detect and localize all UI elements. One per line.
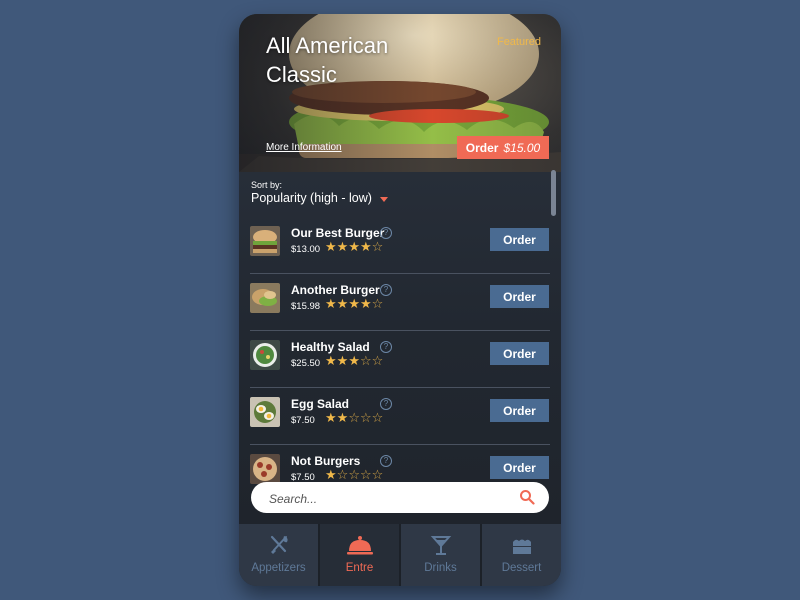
tab-label: Drinks [424,562,457,574]
burger-photo [250,226,280,256]
menu-list: Our Best Burger ? $13.00 ★★★★☆ Order Ano… [250,218,550,502]
tab-drinks[interactable]: Drinks [401,524,482,586]
sort-dropdown[interactable]: Popularity (high - low) [251,191,388,205]
tab-label: Entre [345,562,374,574]
item-name: Healthy Salad [291,340,370,354]
featured-badge: Featured [496,36,541,48]
scrollbar[interactable] [551,170,556,216]
tab-appetizers[interactable]: Appetizers [239,524,320,586]
star-empty-icon: ☆ [359,354,372,369]
list-item: Healthy Salad ? $25.50 ★★★☆☆ Order [250,332,550,388]
star-filled-icon: ★ [336,297,349,312]
burger-photo [250,283,280,313]
star-filled-icon: ★ [325,411,337,426]
pizza-photo [250,454,280,484]
star-empty-icon: ☆ [348,411,360,426]
star-empty-icon: ☆ [371,354,384,369]
star-filled-icon: ★ [348,297,360,312]
star-empty-icon: ☆ [359,411,372,426]
star-filled-icon: ★ [348,354,360,369]
star-filled-icon: ★ [336,354,349,369]
search-input[interactable] [267,482,501,515]
star-filled-icon: ★ [336,411,349,426]
hero-title: All American Classic [266,33,389,87]
featured-hero[interactable]: All American Classic Featured More Infor… [239,14,561,172]
rating-stars: ★★★☆☆ [325,354,383,369]
cake-icon [512,539,531,554]
hero-order-button[interactable]: Order $15.00 [457,136,549,159]
utensils-icon [270,535,288,554]
order-button[interactable]: Order [490,342,549,365]
tab-label: Appetizers [251,562,306,574]
star-filled-icon: ★ [325,468,337,483]
rating-stars: ★★☆☆☆ [325,411,383,426]
star-empty-icon: ☆ [336,468,349,483]
star-filled-icon: ★ [325,354,337,369]
info-icon[interactable]: ? [380,284,392,296]
sort-label: Sort by: [251,180,283,190]
tab-entre[interactable]: Entre [320,524,401,586]
search-icon[interactable] [519,489,535,505]
more-information-link[interactable]: More Information [266,142,342,153]
order-button[interactable]: Order [490,285,549,308]
order-button[interactable]: Order [490,399,549,422]
info-icon[interactable]: ? [380,398,392,410]
star-filled-icon: ★ [325,240,337,255]
tab-label: Dessert [501,562,542,574]
star-empty-icon: ☆ [348,468,360,483]
item-price: $15.98 [291,301,321,312]
app-window: All American Classic Featured More Infor… [239,14,561,586]
info-icon[interactable]: ? [380,455,392,467]
item-name: Not Burgers [291,454,361,468]
hero-order-label: Order [465,140,499,155]
list-item: Egg Salad ? $7.50 ★★☆☆☆ Order [250,389,550,445]
star-empty-icon: ☆ [359,468,372,483]
item-name: Our Best Burger [291,226,385,240]
star-filled-icon: ★ [359,240,372,255]
list-item: Our Best Burger ? $13.00 ★★★★☆ Order [250,218,550,274]
search-bar [251,482,549,515]
list-item: Another Burger ? $15.98 ★★★★☆ Order [250,275,550,331]
egg-salad-photo [250,397,280,427]
star-filled-icon: ★ [336,240,349,255]
rating-stars: ★☆☆☆☆ [325,468,383,483]
rating-stars: ★★★★☆ [325,240,383,255]
star-filled-icon: ★ [348,240,360,255]
star-empty-icon: ☆ [371,240,384,255]
item-price: $13.00 [291,244,321,255]
sort-value: Popularity (high - low) [251,191,372,205]
star-filled-icon: ★ [359,297,372,312]
bottom-tab-bar: Appetizers Entre Drinks Dessert [239,524,561,586]
order-button[interactable]: Order [490,228,549,251]
star-empty-icon: ☆ [371,297,384,312]
hero-order-price: $15.00 [503,140,541,155]
cloche-icon [346,536,373,555]
item-name: Another Burger [291,283,380,297]
cocktail-icon [430,536,451,555]
tab-dessert[interactable]: Dessert [482,524,561,586]
order-button[interactable]: Order [490,456,549,479]
item-price: $7.50 [291,415,315,426]
info-icon[interactable]: ? [380,227,392,239]
star-empty-icon: ☆ [371,411,384,426]
item-name: Egg Salad [291,397,350,411]
star-filled-icon: ★ [325,297,337,312]
salad-photo [250,340,280,370]
chevron-down-icon [379,196,388,202]
star-empty-icon: ☆ [371,468,384,483]
rating-stars: ★★★★☆ [325,297,383,312]
info-icon[interactable]: ? [380,341,392,353]
item-price: $25.50 [291,358,321,369]
